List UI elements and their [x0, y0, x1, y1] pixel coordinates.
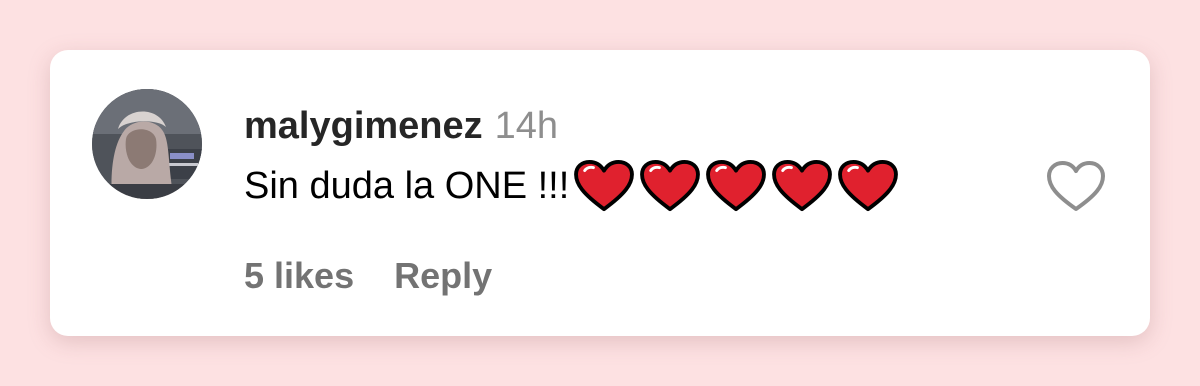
likes-count-button[interactable]: 5 likes [244, 255, 354, 296]
like-button[interactable] [1046, 160, 1106, 214]
avatar-image [92, 89, 202, 199]
comment-text: Sin duda la ONE !!! [244, 164, 570, 207]
comment-text-line: Sin duda la ONE !!! [244, 156, 1024, 216]
heart-emoji-icon [640, 159, 701, 212]
avatar[interactable] [92, 89, 202, 199]
comment-body: malygimenez 14h Sin duda la ONE !!! [244, 102, 1024, 216]
username[interactable]: malygimenez [244, 105, 483, 147]
comment-actions: 5 likes Reply [244, 253, 492, 299]
timestamp[interactable]: 14h [495, 105, 558, 147]
comment-header: malygimenez 14h [244, 102, 1024, 150]
reply-button[interactable]: Reply [394, 255, 492, 296]
heart-outline-icon [1047, 161, 1105, 211]
heart-emoji-icon [772, 159, 833, 212]
comment-card: malygimenez 14h Sin duda la ONE !!! 5 li… [50, 50, 1150, 336]
heart-emoji-icon [574, 159, 635, 212]
heart-emojis [573, 159, 903, 213]
heart-emoji-icon [706, 159, 767, 212]
heart-emoji-icon [838, 159, 899, 212]
